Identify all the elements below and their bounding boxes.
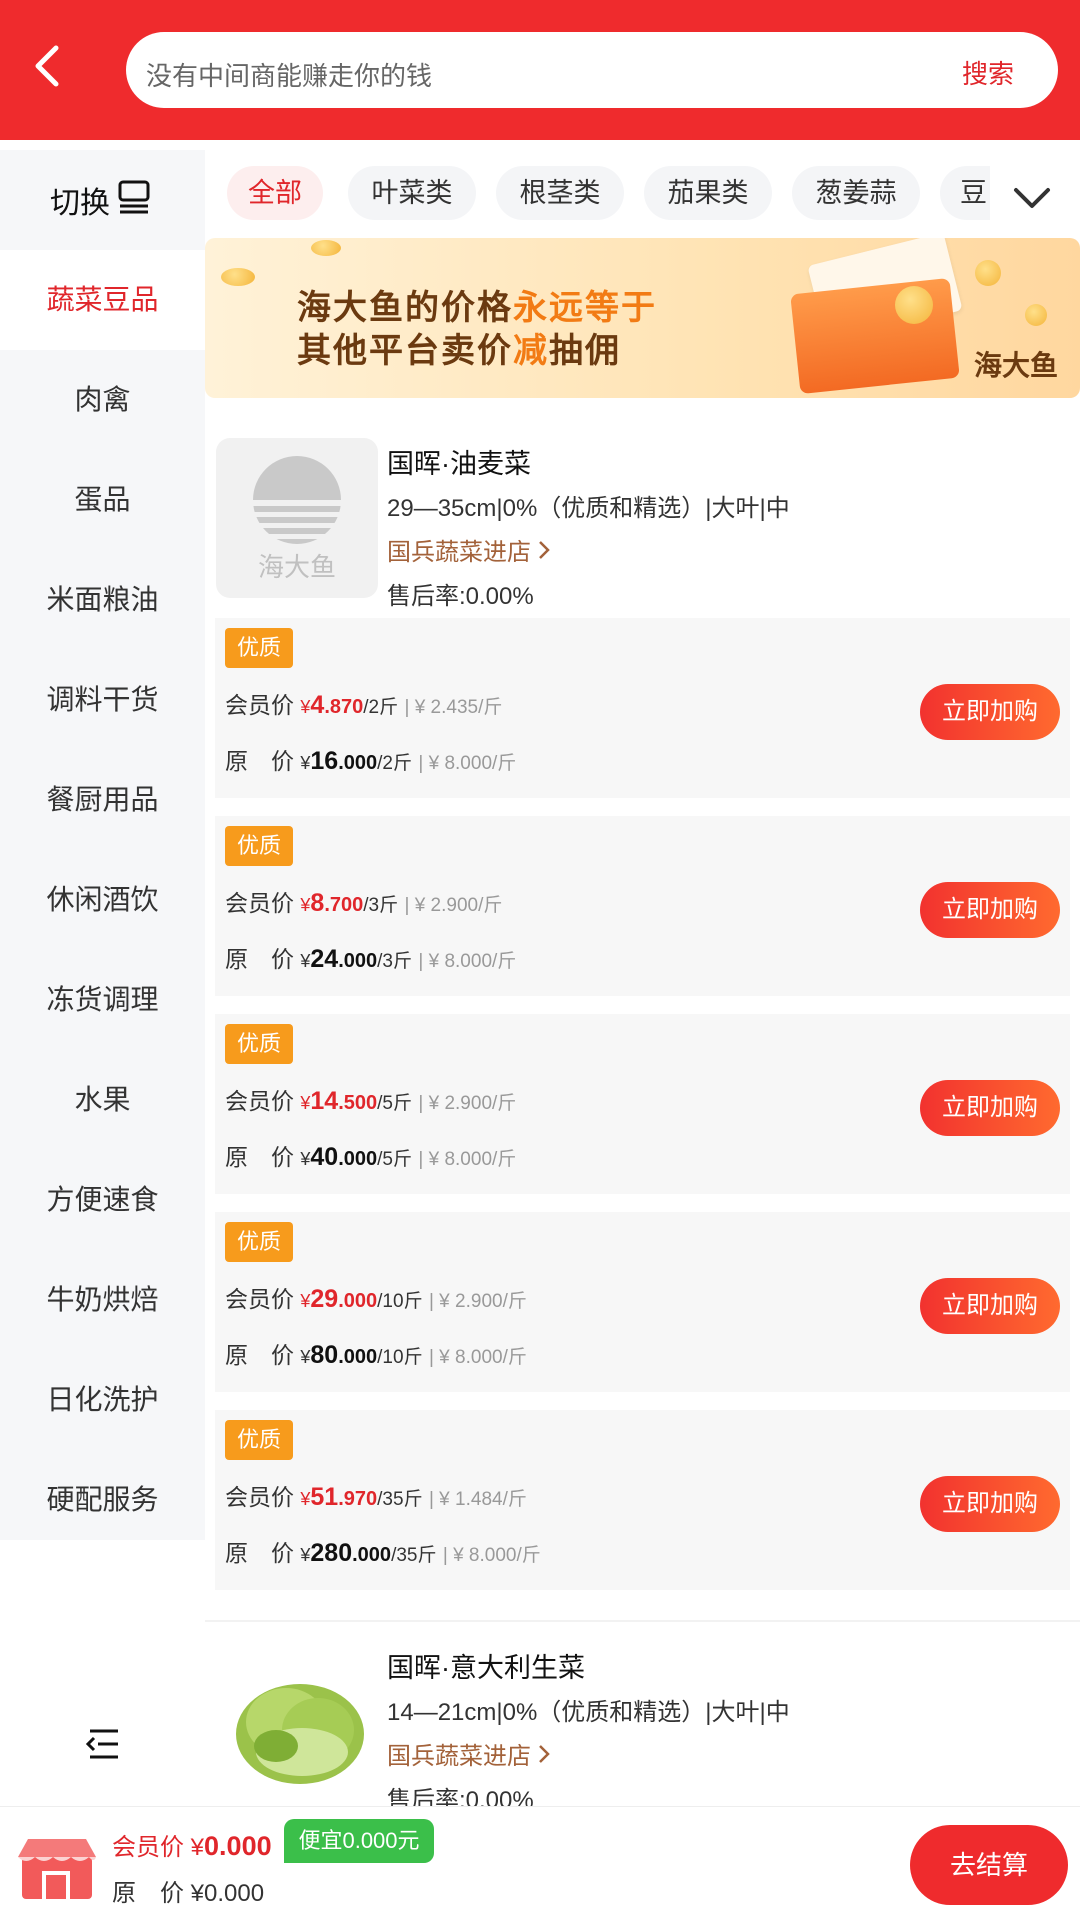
tab-leafy[interactable]: 叶菜类	[348, 166, 476, 220]
search-box[interactable]: 没有中间商能赚走你的钱 搜索	[126, 32, 1058, 108]
banner-line-2: 其他平台卖价减抽佣	[297, 332, 621, 370]
tab-root[interactable]: 根茎类	[496, 166, 624, 220]
coin-decoration	[975, 260, 1001, 286]
product-image-placeholder[interactable]: 海大鱼	[216, 438, 378, 598]
lettuce-image	[236, 1684, 364, 1784]
sidebar-item-instant-food[interactable]: 方便速食	[0, 1150, 205, 1250]
list-view-icon	[118, 180, 150, 214]
sidebar-item-eggs[interactable]: 蛋品	[0, 450, 205, 550]
sidebar-bottom-area	[0, 1540, 205, 1800]
coin-decoration	[1025, 304, 1047, 326]
member-price-line: 会员价 ¥29.000/10斤 | ¥ 2.900/斤	[225, 1285, 527, 1313]
switch-label: 切换	[50, 187, 110, 220]
add-to-cart-button[interactable]: 立即加购	[920, 882, 1060, 938]
original-price-line: 原 价 ¥16.000/2斤 | ¥ 8.000/斤	[225, 747, 517, 775]
tab-all[interactable]: 全部	[227, 166, 323, 220]
quality-tag: 优质	[225, 826, 293, 866]
banner-line-1: 海大鱼的价格永远等于	[297, 289, 657, 327]
original-price-line: 原 价 ¥40.000/5斤 | ¥ 8.000/斤	[225, 1143, 517, 1171]
coin-decoration	[311, 240, 341, 256]
sku-row: 优质 会员价 ¥51.970/35斤 | ¥ 1.484/斤 原 价 ¥280.…	[215, 1410, 1070, 1590]
coin-decoration	[221, 268, 255, 286]
top-bar: 没有中间商能赚走你的钱 搜索	[0, 0, 1080, 140]
category-sidebar: 切换 蔬菜豆品 肉禽 蛋品 米面粮油 调料干货 餐厨用品 休闲酒饮 冻货调理 水…	[0, 150, 205, 1550]
store-link[interactable]: 国兵蔬菜进店	[387, 532, 550, 567]
checkout-bar: 会员价 ¥0.000 便宜0.000元 原 价 ¥0.000 去结算	[0, 1806, 1080, 1920]
store-link[interactable]: 国兵蔬菜进店	[387, 1736, 550, 1771]
search-button[interactable]: 搜索	[962, 54, 1014, 91]
sku-row: 优质 会员价 ¥4.870/2斤 | ¥ 2.435/斤 原 价 ¥16.000…	[215, 618, 1070, 798]
sidebar-item-services[interactable]: 硬配服务	[0, 1450, 205, 1550]
search-input[interactable]: 没有中间商能赚走你的钱	[146, 56, 432, 93]
checkout-button[interactable]: 去结算	[910, 1825, 1068, 1905]
after-sale-rate: 售后率:0.00%	[387, 583, 534, 610]
add-to-cart-button[interactable]: 立即加购	[920, 684, 1060, 740]
quality-tag: 优质	[225, 1222, 293, 1262]
original-price-line: 原 价 ¥80.000/10斤 | ¥ 8.000/斤	[225, 1341, 527, 1369]
banner-brand-logo: 海大鱼	[973, 350, 1058, 381]
quality-tag: 优质	[225, 1024, 293, 1064]
sidebar-item-meat[interactable]: 肉禽	[0, 350, 205, 450]
chevron-right-icon	[538, 541, 550, 559]
placeholder-logo-text: 海大鱼	[258, 552, 336, 582]
tab-onion-ginger-garlic[interactable]: 葱姜蒜	[792, 166, 920, 220]
member-price-line: 会员价 ¥8.700/3斤 | ¥ 2.900/斤	[225, 889, 503, 917]
sidebar-item-vegetables[interactable]: 蔬菜豆品	[0, 250, 205, 350]
switch-view-button[interactable]: 切换	[0, 150, 205, 248]
sidebar-item-dairy-bakery[interactable]: 牛奶烘焙	[0, 1250, 205, 1350]
product-divider	[205, 1620, 1080, 1622]
gift-box-illustration	[790, 277, 960, 395]
product-spec: 14—21cm|0%（优质和精选）|大叶|中	[387, 1699, 790, 1726]
sidebar-item-grain-oil[interactable]: 米面粮油	[0, 550, 205, 650]
add-to-cart-button[interactable]: 立即加购	[920, 1080, 1060, 1136]
savings-badge: 便宜0.000元	[284, 1819, 434, 1863]
sidebar-item-kitchenware[interactable]: 餐厨用品	[0, 750, 205, 850]
chevron-right-icon	[538, 1745, 550, 1763]
chevron-down-icon[interactable]	[1013, 186, 1051, 210]
product-spec: 29—35cm|0%（优质和精选）|大叶|中	[387, 495, 790, 522]
sidebar-item-seasoning[interactable]: 调料干货	[0, 650, 205, 750]
add-to-cart-button[interactable]: 立即加购	[920, 1476, 1060, 1532]
add-to-cart-button[interactable]: 立即加购	[920, 1278, 1060, 1334]
back-arrow-icon[interactable]	[28, 42, 68, 90]
product-image-lettuce[interactable]	[216, 1642, 378, 1802]
sku-row: 优质 会员价 ¥29.000/10斤 | ¥ 2.900/斤 原 价 ¥80.0…	[215, 1212, 1070, 1392]
product-name[interactable]: 国晖·意大利生菜	[387, 1646, 585, 1685]
quality-tag: 优质	[225, 628, 293, 668]
member-price-line: 会员价 ¥4.870/2斤 | ¥ 2.435/斤	[225, 691, 503, 719]
quality-tag: 优质	[225, 1420, 293, 1460]
sidebar-item-fruit[interactable]: 水果	[0, 1050, 205, 1150]
collapse-menu-icon[interactable]	[84, 1728, 120, 1760]
fish-logo-icon: 海大鱼	[253, 456, 341, 582]
original-price-line: 原 价 ¥280.000/35斤 | ¥ 8.000/斤	[225, 1539, 541, 1567]
member-price-line: 会员价 ¥14.500/5斤 | ¥ 2.900/斤	[225, 1087, 517, 1115]
promo-banner[interactable]: 海大鱼的价格永远等于 其他平台卖价减抽佣 海大鱼	[205, 238, 1080, 398]
tab-fruit-veg[interactable]: 茄果类	[644, 166, 772, 220]
original-price-line: 原 价 ¥24.000/3斤 | ¥ 8.000/斤	[225, 945, 517, 973]
sku-row: 优质 会员价 ¥8.700/3斤 | ¥ 2.900/斤 原 价 ¥24.000…	[215, 816, 1070, 996]
sidebar-item-frozen[interactable]: 冻货调理	[0, 950, 205, 1050]
member-price-line: 会员价 ¥51.970/35斤 | ¥ 1.484/斤	[225, 1483, 527, 1511]
coin-decoration	[895, 286, 933, 324]
product-name[interactable]: 国晖·油麦菜	[387, 442, 531, 481]
sku-row: 优质 会员价 ¥14.500/5斤 | ¥ 2.900/斤 原 价 ¥40.00…	[215, 1014, 1070, 1194]
subcategory-tabs: 全部 叶菜类 根茎类 茄果类 葱姜蒜 豆	[205, 150, 1080, 236]
total-original-price: 原 价 ¥0.000	[112, 1880, 265, 1907]
sidebar-item-daily-care[interactable]: 日化洗护	[0, 1350, 205, 1450]
shop-cart-icon[interactable]	[14, 1835, 100, 1901]
sidebar-item-drinks[interactable]: 休闲酒饮	[0, 850, 205, 950]
total-member-price: 会员价 ¥0.000	[112, 1831, 272, 1861]
